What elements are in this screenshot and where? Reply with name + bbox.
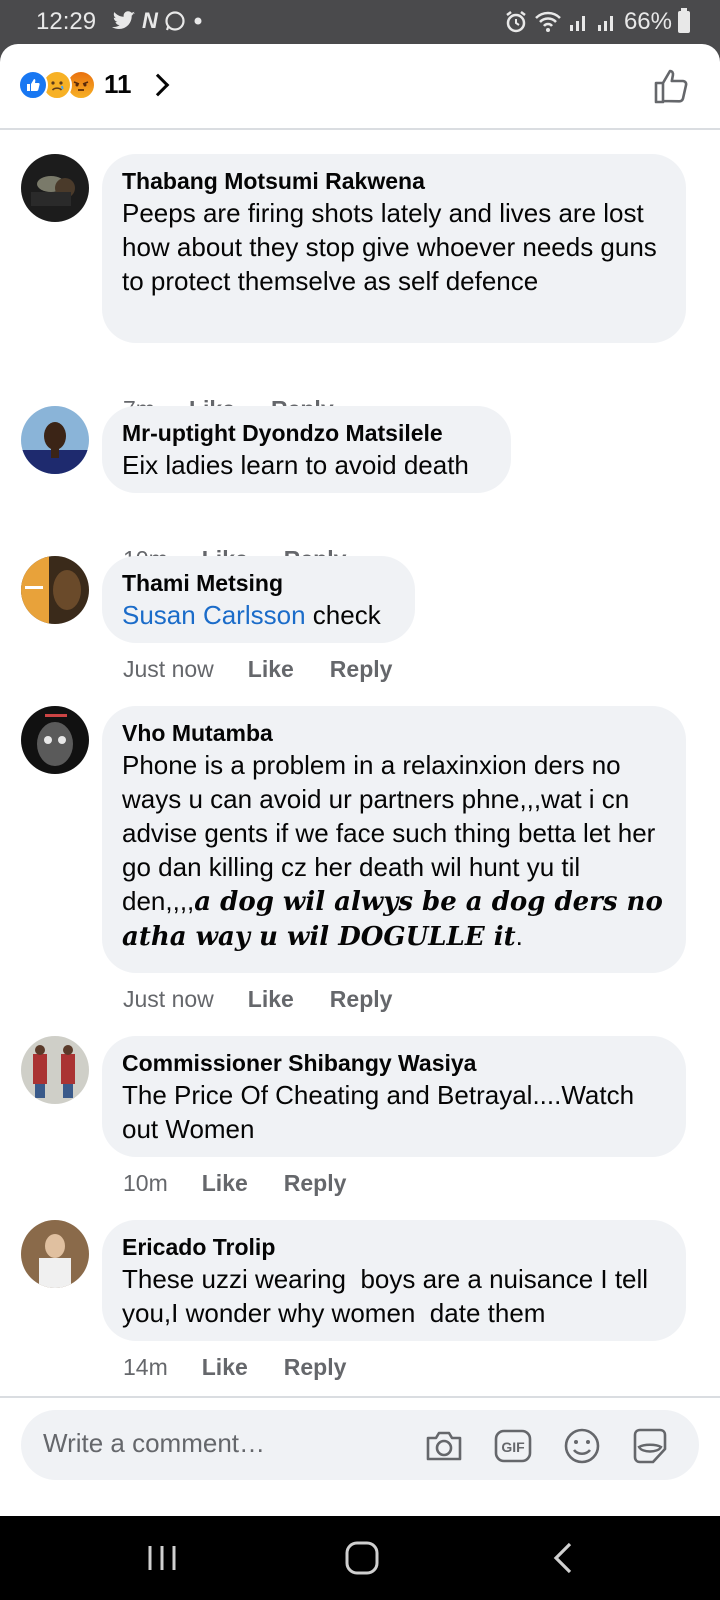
gif-icon[interactable]: GIF bbox=[492, 1425, 534, 1467]
comment-composer: GIF bbox=[0, 1396, 720, 1516]
avatar[interactable] bbox=[21, 706, 89, 774]
comments-sheet: 11 Thabang Motsumi Rakwena Peeps are fir… bbox=[0, 44, 720, 1516]
comment-text-end: . bbox=[515, 921, 523, 951]
comment-author[interactable]: Thami Metsing bbox=[122, 568, 395, 598]
netflix-icon: N bbox=[142, 8, 158, 33]
comment-time: Just now bbox=[123, 656, 214, 682]
home-icon[interactable] bbox=[342, 1538, 382, 1578]
comment-author[interactable]: Ericado Trolip bbox=[122, 1232, 666, 1262]
comment-author[interactable]: Thabang Motsumi Rakwena bbox=[122, 166, 666, 196]
composer-box: GIF bbox=[21, 1410, 699, 1480]
comment-bubble[interactable]: Thami Metsing Susan Carlsson check bbox=[102, 556, 415, 643]
comment-text: Susan Carlsson check bbox=[122, 598, 395, 632]
signal-icon-2 bbox=[597, 16, 613, 31]
avatar[interactable] bbox=[21, 1036, 89, 1104]
battery-percent: 66% bbox=[623, 8, 672, 35]
sticker-icon[interactable] bbox=[629, 1425, 671, 1467]
reactions-summary[interactable]: 11 bbox=[18, 69, 169, 100]
comment-actions: 14m Like Reply bbox=[123, 1354, 346, 1381]
comment-bubble[interactable]: Commissioner Shibangy Wasiya The Price O… bbox=[102, 1036, 686, 1157]
avatar[interactable] bbox=[21, 1220, 89, 1288]
alarm-icon bbox=[506, 11, 526, 33]
like-link[interactable]: Like bbox=[202, 1354, 248, 1381]
reaction-count: 11 bbox=[104, 69, 132, 99]
comment-time: Just now bbox=[123, 986, 214, 1012]
avatar[interactable] bbox=[21, 406, 89, 474]
comment-text: Eix ladies learn to avoid death bbox=[122, 450, 469, 480]
comment-actions: 10m Like Reply bbox=[123, 1170, 346, 1197]
like-reaction-icon bbox=[18, 69, 48, 100]
comment-text: Phone is a problem in a relaxinxion ders… bbox=[122, 748, 666, 954]
twitter-icon bbox=[112, 11, 135, 30]
comment-bubble[interactable]: Mr-uptight Dyondzo Matsilele Eix ladies … bbox=[102, 406, 511, 493]
comment-actions: Just now Like Reply bbox=[123, 986, 392, 1013]
reply-link[interactable]: Reply bbox=[330, 656, 393, 683]
comment-bubble[interactable]: Thabang Motsumi Rakwena Peeps are firing… bbox=[102, 154, 686, 343]
svg-text:GIF: GIF bbox=[501, 1439, 525, 1455]
chevron-right-icon bbox=[146, 73, 169, 96]
wifi-icon bbox=[535, 11, 561, 32]
status-time: 12:29 bbox=[36, 8, 97, 35]
comment-author[interactable]: Mr-uptight Dyondzo Matsilele bbox=[122, 418, 491, 448]
status-bar: 12:29 N 66% bbox=[0, 0, 720, 44]
notification-icons: N bbox=[112, 8, 204, 34]
reactions-header: 11 bbox=[0, 44, 720, 130]
comment-text: The Price Of Cheating and Betrayal....Wa… bbox=[122, 1080, 635, 1144]
reply-link[interactable]: Reply bbox=[284, 1170, 347, 1197]
battery-icon bbox=[678, 8, 690, 33]
comment-actions: Just now Like Reply bbox=[123, 656, 392, 683]
comment-author[interactable]: Commissioner Shibangy Wasiya bbox=[122, 1048, 666, 1078]
like-button-icon[interactable] bbox=[652, 66, 692, 106]
comment-bubble[interactable]: Vho Mutamba Phone is a problem in a rela… bbox=[102, 706, 686, 973]
avatar[interactable] bbox=[21, 154, 89, 222]
recents-icon[interactable] bbox=[142, 1538, 182, 1578]
comment-text-styled: a dog wil alwys be a dog ders no atha wa… bbox=[122, 887, 663, 952]
comment-author[interactable]: Vho Mutamba bbox=[122, 718, 666, 748]
comment-text: Peeps are firing shots lately and lives … bbox=[122, 198, 657, 296]
comment-time: 14m bbox=[123, 1354, 168, 1380]
whatsapp-icon bbox=[165, 11, 185, 31]
avatar[interactable] bbox=[21, 556, 89, 624]
like-link[interactable]: Like bbox=[248, 656, 294, 683]
camera-icon[interactable] bbox=[423, 1425, 465, 1467]
system-nav-bar bbox=[0, 1516, 720, 1600]
emoji-icon[interactable] bbox=[561, 1425, 603, 1467]
reply-link[interactable]: Reply bbox=[284, 1354, 347, 1381]
mention-link[interactable]: Susan Carlsson bbox=[122, 600, 306, 630]
signal-icon bbox=[569, 16, 585, 31]
comment-input[interactable] bbox=[43, 1428, 403, 1459]
reply-link[interactable]: Reply bbox=[330, 986, 393, 1013]
system-status: 66% bbox=[504, 8, 690, 36]
comment-text: These uzzi wearing boys are a nuisance I… bbox=[122, 1264, 656, 1328]
comment-time: 10m bbox=[123, 1170, 168, 1196]
back-icon[interactable] bbox=[544, 1538, 584, 1578]
comment-text-rest: check bbox=[305, 600, 381, 630]
dot-icon bbox=[194, 17, 202, 25]
comment-bubble[interactable]: Ericado Trolip These uzzi wearing boys a… bbox=[102, 1220, 686, 1341]
like-link[interactable]: Like bbox=[202, 1170, 248, 1197]
like-link[interactable]: Like bbox=[248, 986, 294, 1013]
